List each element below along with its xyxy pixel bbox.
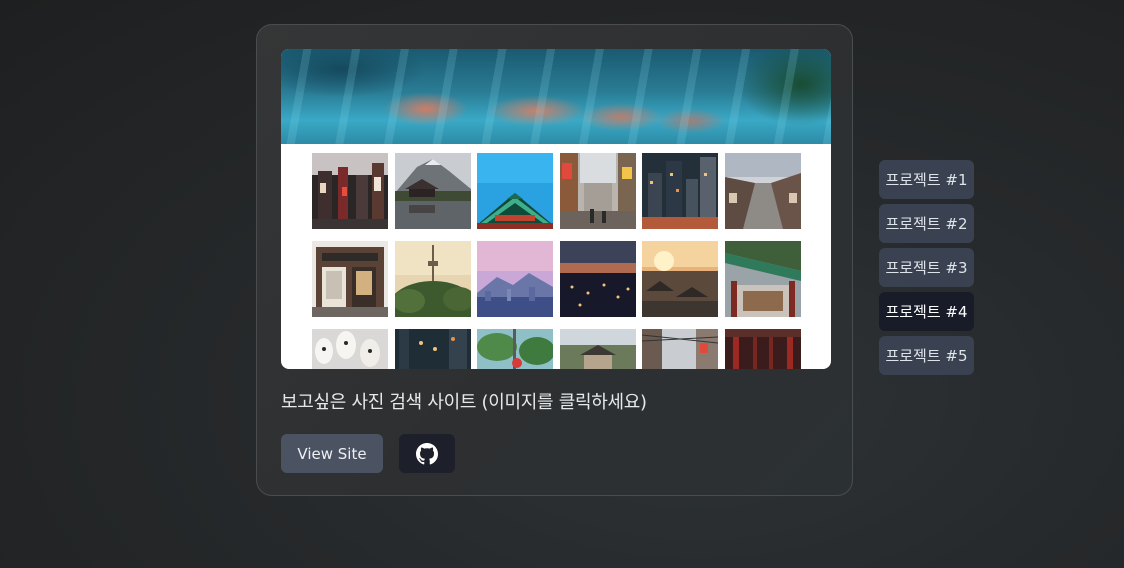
photo-thumbnail[interactable] (724, 153, 801, 229)
photo-thumbnail[interactable] (724, 329, 801, 369)
project-3-button[interactable]: 프로젝트 #3 (879, 248, 974, 287)
project-2-button[interactable]: 프로젝트 #2 (879, 204, 974, 243)
photo-thumbnail[interactable] (559, 329, 636, 369)
photo-thumbnail[interactable] (477, 241, 553, 317)
photo-thumbnail[interactable] (477, 153, 553, 229)
photo-thumbnail[interactable] (312, 329, 388, 369)
photo-thumbnail[interactable] (394, 153, 471, 229)
photo-thumbnail[interactable] (312, 241, 388, 317)
photo-thumbnail[interactable] (477, 329, 553, 369)
photo-thumbnail[interactable] (724, 241, 801, 317)
photo-thumbnail[interactable] (642, 329, 718, 369)
project-card: 보고싶은 사진 검색 사이트 (이미지를 클릭하세요) View Site (256, 24, 853, 496)
project-description: 보고싶은 사진 검색 사이트 (이미지를 클릭하세요) (281, 392, 647, 413)
photo-thumbnail[interactable] (394, 329, 471, 369)
photo-thumbnail[interactable] (642, 153, 718, 229)
view-site-button[interactable]: View Site (281, 434, 383, 473)
photo-thumbnail[interactable] (312, 153, 388, 229)
photo-thumbnail[interactable] (642, 241, 718, 317)
project-5-button[interactable]: 프로젝트 #5 (879, 336, 974, 375)
github-icon (416, 442, 438, 464)
photo-grid (312, 153, 801, 369)
photo-thumbnail[interactable] (559, 241, 636, 317)
project-1-button[interactable]: 프로젝트 #1 (879, 160, 974, 199)
photo-thumbnail[interactable] (394, 241, 471, 317)
site-preview-image[interactable] (281, 49, 831, 369)
github-button[interactable] (399, 434, 455, 473)
project-list: 프로젝트 #1 프로젝트 #2 프로젝트 #3 프로젝트 #4 프로젝트 #5 (879, 160, 974, 375)
photo-thumbnail[interactable] (559, 153, 636, 229)
hero-banner-image (281, 49, 831, 144)
project-4-button[interactable]: 프로젝트 #4 (879, 292, 974, 331)
